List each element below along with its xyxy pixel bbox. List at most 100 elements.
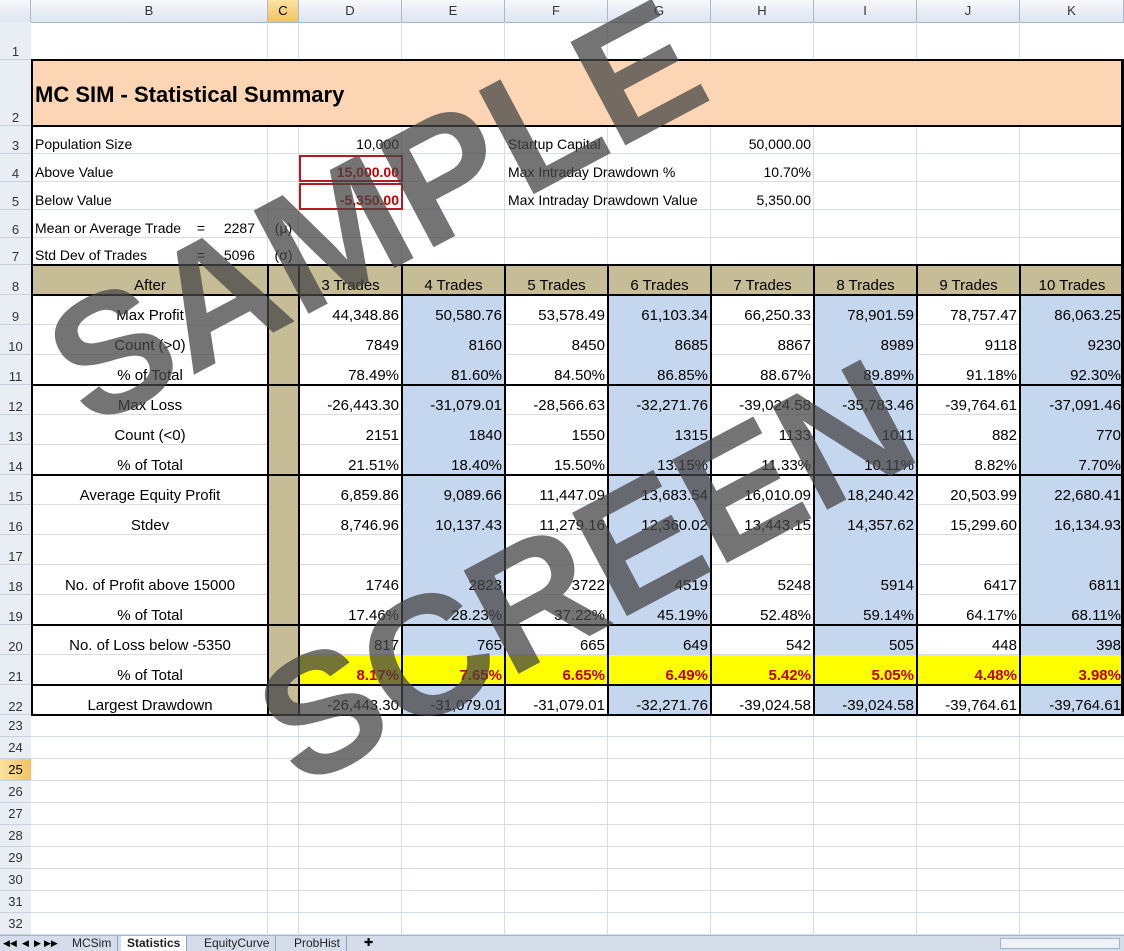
row-header-29[interactable]: 29	[0, 847, 31, 869]
max-dd-value-value: 5,350.00	[756, 192, 812, 208]
column-border	[504, 265, 506, 715]
row-header-25[interactable]: 25	[0, 759, 31, 781]
table-header-cell: 3 Trades	[321, 277, 380, 294]
row-header-15[interactable]: 15	[0, 475, 31, 505]
table-cell: 44,348.86	[332, 307, 399, 324]
table-cell: 45.19%	[657, 607, 708, 624]
group-border	[31, 384, 1124, 386]
column-header-d[interactable]: D	[299, 0, 402, 22]
input-highlight-box[interactable]	[299, 183, 403, 210]
last-sheet-nav-icon[interactable]: ▶▶	[44, 936, 58, 951]
row-header-6[interactable]: 6	[0, 210, 31, 238]
table-cell: 4519	[674, 577, 708, 594]
row-header-13[interactable]: 13	[0, 415, 31, 445]
prev-sheet-nav-icon[interactable]: ◀	[22, 936, 29, 951]
column-header-j[interactable]: J	[917, 0, 1020, 22]
table-cell: 8,746.96	[340, 517, 399, 534]
table-cell: 765	[476, 637, 502, 654]
horizontal-scrollbar[interactable]	[1000, 938, 1120, 949]
row-header-28[interactable]: 28	[0, 825, 31, 847]
header-border-top	[31, 264, 1124, 266]
table-cell: 86,063.25	[1054, 307, 1121, 324]
table-cell: -39,024.58	[739, 397, 811, 414]
table-row-label: Average Equity Profit	[79, 487, 221, 504]
table-cell: 1840	[468, 427, 502, 444]
table-cell: -28,566.63	[533, 397, 605, 414]
table-cell: 1746	[365, 577, 399, 594]
row-header-12[interactable]: 12	[0, 385, 31, 415]
row-header-32[interactable]: 32	[0, 913, 31, 935]
table-cell: -32,271.76	[636, 397, 708, 414]
column-header-b[interactable]: B	[31, 0, 268, 22]
column-border	[607, 265, 609, 715]
row-header-14[interactable]: 14	[0, 445, 31, 475]
group-border	[31, 684, 1124, 686]
input-highlight-box[interactable]	[299, 155, 403, 182]
first-sheet-nav-icon[interactable]: ◀◀	[3, 936, 17, 951]
row-header-4[interactable]: 4	[0, 154, 31, 182]
insert-sheet-icon[interactable]: ✚	[364, 936, 373, 951]
column-header-f[interactable]: F	[505, 0, 608, 22]
row-header-19[interactable]: 19	[0, 595, 31, 625]
mean-value: 2287	[223, 220, 255, 236]
mean-label: Mean or Average Trade	[35, 220, 182, 236]
row-header-11[interactable]: 11	[0, 355, 31, 385]
table-cell: 2823	[468, 577, 502, 594]
row-header-30[interactable]: 30	[0, 869, 31, 891]
table-cell: 59.14%	[863, 607, 914, 624]
table-row-label: No. of Profit above 15000	[64, 577, 236, 594]
row-header-9[interactable]: 9	[0, 295, 31, 325]
row-header-27[interactable]: 27	[0, 803, 31, 825]
table-cell: 505	[888, 637, 914, 654]
table-cell: 8.82%	[974, 457, 1017, 474]
sheet-tab-mcsim[interactable]: MCSim	[66, 936, 119, 951]
table-cell: 882	[991, 427, 1017, 444]
table-cell: 11,279.16	[539, 517, 605, 534]
column-header-e[interactable]: E	[402, 0, 505, 22]
row-header-10[interactable]: 10	[0, 325, 31, 355]
row-header-17[interactable]: 17	[0, 535, 31, 565]
table-header-cell: 10 Trades	[1038, 277, 1106, 294]
row-header-22[interactable]: 22	[0, 685, 31, 715]
table-cell: 1315	[674, 427, 708, 444]
row-header-23[interactable]: 23	[0, 715, 31, 737]
table-cell: -31,079.01	[430, 697, 502, 714]
row-header-1[interactable]: 1	[0, 22, 31, 60]
column-header-g[interactable]: G	[608, 0, 711, 22]
table-cell: 13.15%	[657, 457, 708, 474]
row-header-26[interactable]: 26	[0, 781, 31, 803]
column-header-corner[interactable]	[0, 0, 31, 22]
sheet-tab-probhist[interactable]: ProbHist	[288, 936, 348, 951]
table-cell: 92.30%	[1070, 367, 1121, 384]
sheet-tab-statistics[interactable]: Statistics	[121, 936, 188, 951]
row-header-20[interactable]: 20	[0, 625, 31, 655]
row-header-18[interactable]: 18	[0, 565, 31, 595]
row-header-31[interactable]: 31	[0, 891, 31, 913]
table-cell: 50,580.76	[435, 307, 502, 324]
column-header-k[interactable]: K	[1020, 0, 1124, 22]
row-header-8[interactable]: 8	[0, 265, 31, 295]
column-header-i[interactable]: I	[814, 0, 917, 22]
table-cell: 6811	[1088, 577, 1121, 594]
table-cell: 17.46%	[348, 607, 399, 624]
row-header-24[interactable]: 24	[0, 737, 31, 759]
table-cell: -26,443.30	[327, 397, 399, 414]
table-cell: 6.49%	[665, 667, 708, 684]
row-header-2[interactable]: 2	[0, 60, 31, 126]
row-header-3[interactable]: 3	[0, 126, 31, 154]
table-cell: 8989	[880, 337, 914, 354]
column-header-c[interactable]: C	[268, 0, 299, 22]
next-sheet-nav-icon[interactable]: ▶	[34, 936, 41, 951]
row-header-7[interactable]: 7	[0, 238, 31, 265]
table-cell: 11,447.09	[539, 487, 605, 504]
table-cell: 91.18%	[966, 367, 1017, 384]
row-header-21[interactable]: 21	[0, 655, 31, 685]
sheet-tab-equitycurve[interactable]: EquityCurve	[198, 936, 277, 951]
table-row-label: No. of Loss below -5350	[69, 637, 231, 654]
row-header-5[interactable]: 5	[0, 182, 31, 210]
table-cell: 5248	[777, 577, 811, 594]
table-cell: 13,443.15	[744, 517, 811, 534]
gridline-horizontal	[31, 824, 1124, 825]
column-header-h[interactable]: H	[711, 0, 814, 22]
row-header-16[interactable]: 16	[0, 505, 31, 535]
